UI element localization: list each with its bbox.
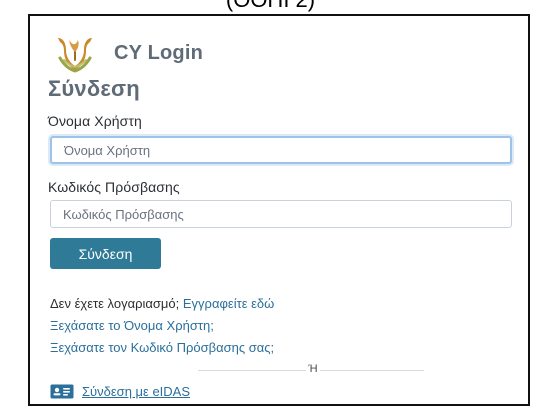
register-prompt: Δεν έχετε λογαριασμό; xyxy=(50,296,180,311)
divider-text: Ή xyxy=(306,363,320,375)
eidas-login-link[interactable]: Σύνδεση με eIDAS xyxy=(50,384,190,399)
forgot-username-line: Ξεχάσατε το Όνομα Χρήστη; xyxy=(50,318,214,333)
password-label: Κωδικός Πρόσβασης xyxy=(48,179,180,195)
password-input[interactable] xyxy=(50,200,512,228)
eidas-link-label: Σύνδεση με eIDAS xyxy=(82,384,191,399)
login-button[interactable]: Σύνδεση xyxy=(50,238,161,269)
username-label: Όνομα Χρήστη xyxy=(48,113,142,129)
register-line: Δεν έχετε λογαριασμό; Εγγραφείτε εδώ xyxy=(50,296,274,311)
divider-line-left xyxy=(198,370,318,371)
forgot-password-line: Ξεχάσατε τον Κωδικό Πρόσβασης σας; xyxy=(50,340,274,355)
divider-line-right xyxy=(314,370,424,371)
or-divider: Ή xyxy=(50,363,512,379)
username-input[interactable] xyxy=(50,136,512,164)
id-card-icon xyxy=(50,384,74,399)
register-link[interactable]: Εγγραφείτε εδώ xyxy=(183,296,274,311)
brand-header: CY Login xyxy=(48,32,203,74)
login-page: (ΘΘΠΙ 2) CY Login Σύνδεση Όνομα Χρήστη Κ… xyxy=(0,0,541,417)
login-card: CY Login Σύνδεση Όνομα Χρήστη Κωδικός Πρ… xyxy=(28,14,530,406)
forgot-password-link[interactable]: Ξεχάσατε τον Κωδικό Πρόσβασης σας; xyxy=(50,340,274,355)
forgot-username-link[interactable]: Ξεχάσατε το Όνομα Χρήστη; xyxy=(50,318,214,333)
cyprus-coat-of-arms-icon xyxy=(58,38,92,73)
top-caption: (ΘΘΠΙ 2) xyxy=(0,0,541,14)
brand-title: CY Login xyxy=(114,41,204,64)
page-title: Σύνδεση xyxy=(48,76,140,101)
